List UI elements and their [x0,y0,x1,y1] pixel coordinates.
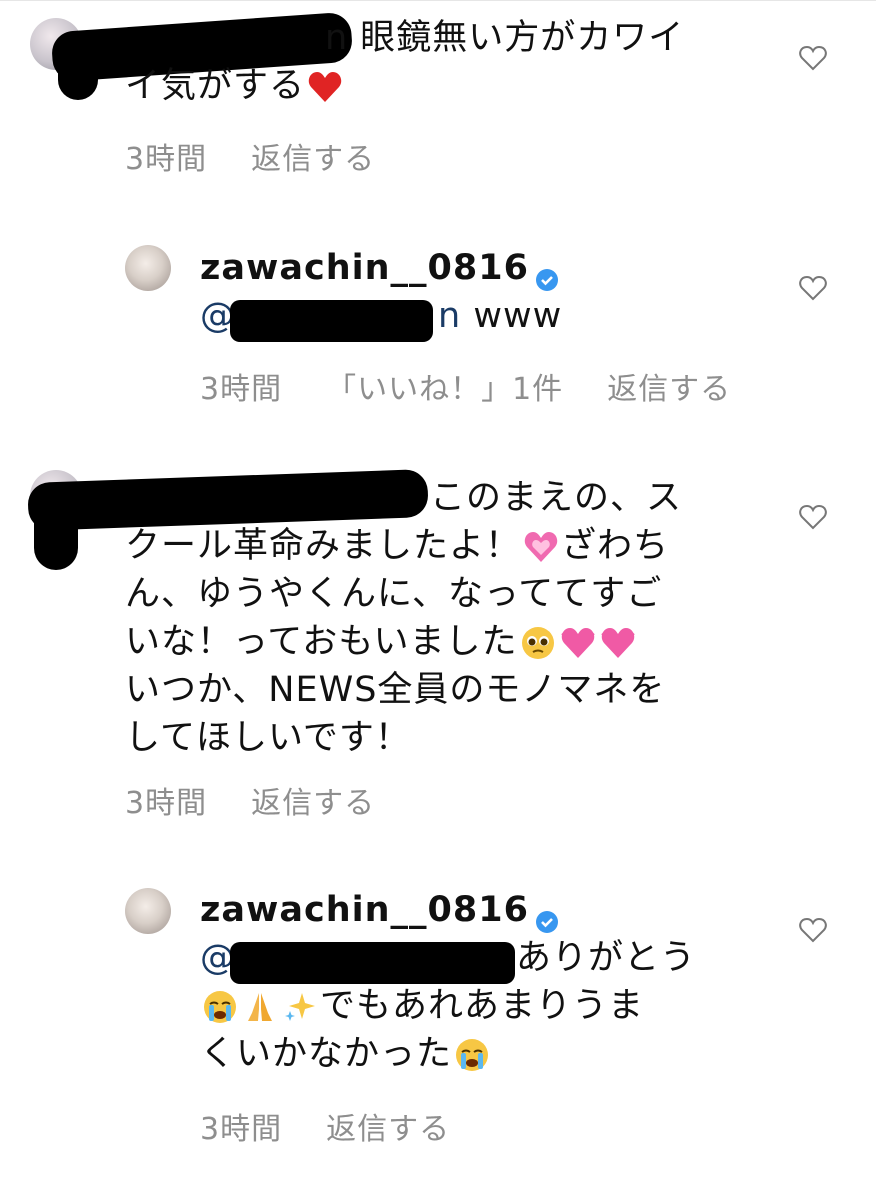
pleading-face-emoji [520,625,556,661]
comment-meta: 3時間 返信する [200,1104,494,1148]
heart-outline-icon[interactable] [798,915,828,945]
comment-line: クール革命みましたよ！ [125,526,522,566]
comment-line: してほしいです！ [125,718,411,758]
reply-content: でもあれあまりうま [320,986,645,1026]
two-hearts-emoji [560,625,596,661]
reply-content: くいかなかった [200,1034,453,1074]
timestamp: 3時間 [125,142,208,177]
timestamp: 3時間 [200,372,283,407]
comment-text: このまえの、ス [430,474,682,522]
likes-count[interactable]: 「いいね！」1件 [326,372,563,407]
avatar[interactable] [125,888,171,934]
reply-content: www [461,296,563,336]
redacted-mark [34,500,78,570]
crying-face-emoji [454,1037,490,1073]
comment-line: ん、ゆうやくんに、なっててすご [125,574,663,614]
reply-button[interactable]: 返信する [607,372,731,407]
reply-button[interactable]: 返信する [251,786,375,821]
heart-outline-icon[interactable] [798,43,828,73]
comment-line: ざわち [561,526,670,566]
top-divider [0,0,876,9]
two-hearts-emoji [600,625,636,661]
comment-text: n 眼鏡無い方がカワイ [325,14,684,62]
comment-meta: 3時間 返信する [125,134,419,178]
reply-content: ありがとう [516,938,697,978]
pink-heart-emoji [523,529,559,565]
crying-face-emoji [202,989,238,1025]
mention-tail[interactable]: n [438,296,461,336]
redacted-mention [230,942,515,984]
comment-line: いつか、NEWS全員のモノマネを [125,670,666,710]
heart-outline-icon[interactable] [798,273,828,303]
comment-meta: 3時間 返信する [125,778,419,822]
timestamp: 3時間 [200,1112,283,1147]
redacted-mention [230,300,433,342]
red-heart-emoji [307,69,343,105]
comment-meta: 3時間 「いいね！」1件 返信する [200,364,775,408]
heart-outline-icon[interactable] [798,502,828,532]
comment-text: イ気がする [125,62,345,110]
timestamp: 3時間 [125,786,208,821]
username[interactable]: zawachin__0816 [200,890,529,930]
comment-line: n 眼鏡無い方がカワイ [325,18,685,58]
comment-line: このまえの、ス [430,478,683,518]
avatar[interactable] [125,245,171,291]
reply-button[interactable]: 返信する [326,1112,450,1147]
folded-hands-emoji [242,989,278,1025]
sparkles-emoji [282,989,318,1025]
comment-line: イ気がする [125,66,306,106]
reply-button[interactable]: 返信する [251,142,375,177]
username[interactable]: zawachin__0816 [200,248,529,288]
redacted-mark [58,52,98,100]
comment-text: クール革命みましたよ！ ざわち ん、ゆうやくんに、なっててすご いな！っておもいま… [125,522,669,762]
verified-badge-icon [535,899,559,933]
comment-line: いな！っておもいました [125,622,518,662]
verified-badge-icon [535,257,559,291]
